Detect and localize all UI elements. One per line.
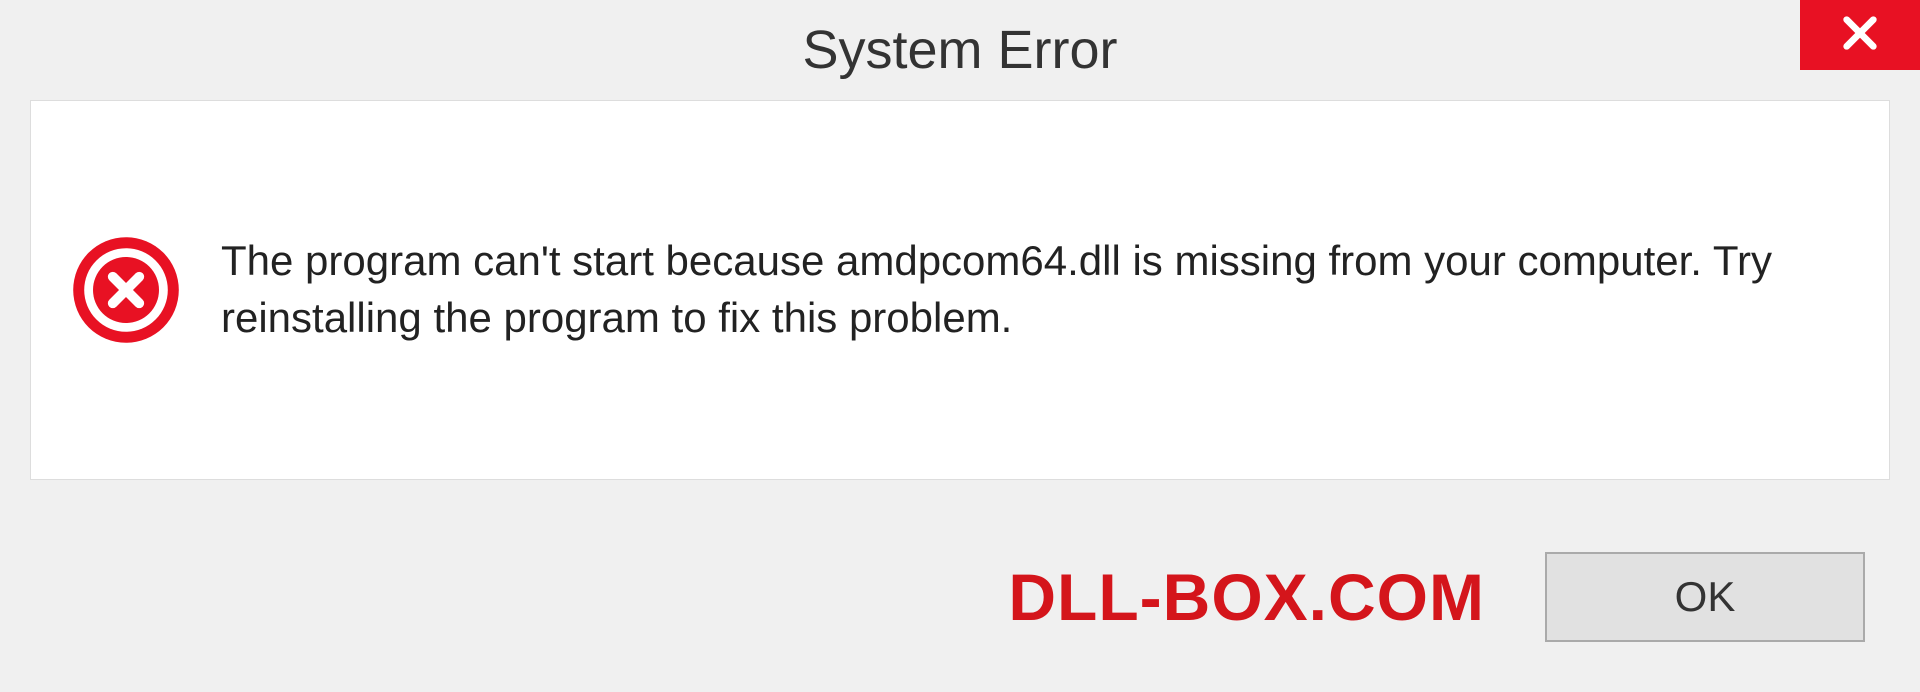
dialog-footer: DLL-BOX.COM OK (0, 502, 1920, 692)
titlebar: System Error (0, 0, 1920, 100)
ok-button-label: OK (1675, 573, 1736, 621)
content-panel: The program can't start because amdpcom6… (30, 100, 1890, 480)
ok-button[interactable]: OK (1545, 552, 1865, 642)
error-icon (71, 235, 181, 345)
error-message: The program can't start because amdpcom6… (221, 233, 1849, 346)
close-button[interactable] (1800, 0, 1920, 70)
dialog-title: System Error (802, 19, 1117, 81)
watermark-text: DLL-BOX.COM (1008, 559, 1485, 635)
close-icon (1840, 13, 1880, 58)
